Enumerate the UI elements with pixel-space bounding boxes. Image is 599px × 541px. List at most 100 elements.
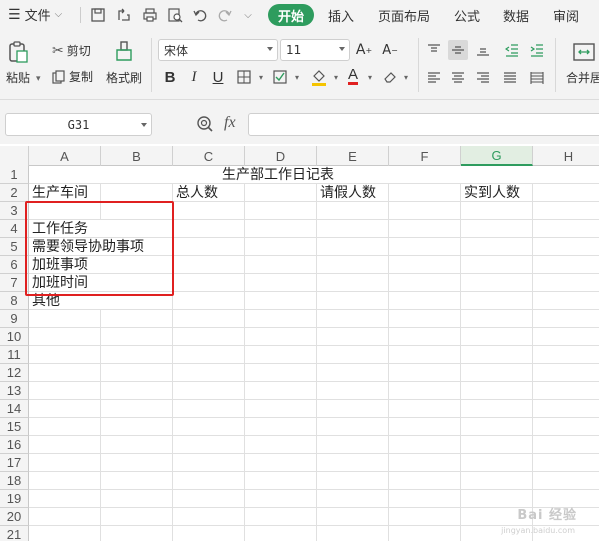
increase-font-icon[interactable]: A + [355,40,373,60]
align-middle-icon[interactable] [448,40,468,60]
font-color-icon[interactable]: A [344,66,362,86]
file-menu[interactable]: ☰ 文件 ⌵ [8,5,63,25]
bold-icon[interactable]: B [161,67,179,87]
print-icon[interactable] [140,4,160,26]
copy-icon [52,69,65,84]
font-name-select[interactable]: 宋体 [158,39,278,61]
distributed-icon[interactable] [527,68,547,88]
separator [555,38,556,92]
chevron-down-icon[interactable]: ▾ [252,67,270,87]
row-header[interactable]: 16 [0,436,29,454]
row-header[interactable]: 19 [0,490,29,508]
paste-button[interactable]: 粘贴 ▾ [6,40,41,86]
row-header[interactable]: 13 [0,382,29,400]
gridline [29,489,599,490]
tab-insert[interactable]: 插入 [328,6,354,25]
cell-c2[interactable]: 总人数 [176,184,218,202]
name-box[interactable]: G31 [5,113,152,136]
tab-page-layout[interactable]: 页面布局 [378,6,430,25]
merge-center-button[interactable]: 合并居 [566,40,599,86]
column-header-h[interactable]: H [533,146,599,166]
separator [80,7,81,23]
gridline [29,381,599,382]
gridline [316,166,317,541]
format-painter-label: 格式刷 [106,71,143,85]
ribbon-toolbar: 粘贴 ▾ ✂ 剪切 复制 格式刷 宋体 11 A + A − B I U ▾ ▾ ▾… [0,30,599,100]
spreadsheet-grid[interactable]: A B C D E F G H 1 2 3 4 5 6 7 8 9 10 11 … [0,146,599,541]
column-header-g[interactable]: G [461,146,533,166]
row-header[interactable]: 18 [0,472,29,490]
copy-button[interactable]: 复制 [52,68,93,85]
font-size-select[interactable]: 11 [280,39,350,61]
row-header[interactable]: 1 [0,166,29,184]
column-header-e[interactable]: E [317,146,389,166]
column-header-d[interactable]: D [245,146,317,166]
chevron-down-icon[interactable]: ▾ [288,67,306,87]
column-header-b[interactable]: B [101,146,173,166]
align-left-icon[interactable] [424,68,444,88]
align-right-icon[interactable] [473,68,493,88]
row-header[interactable]: 17 [0,454,29,472]
cell-a2[interactable]: 生产车间 [32,184,88,202]
outdent-icon[interactable] [502,40,522,60]
cut-button[interactable]: ✂ 剪切 [52,42,91,59]
cell-e2[interactable]: 请假人数 [320,184,376,202]
tab-data[interactable]: 数据 [503,6,529,25]
row-header[interactable]: 20 [0,508,29,526]
tab-formulas[interactable]: 公式 [454,6,480,25]
paste-label: 粘贴 [6,71,31,85]
font-name-value: 宋体 [164,43,189,58]
tab-review[interactable]: 审阅 [553,6,579,25]
select-all-corner[interactable] [0,146,29,166]
cell-g2[interactable]: 实到人数 [464,184,520,202]
indent-icon[interactable] [527,40,547,60]
chevron-down-icon[interactable]: ▾ [327,67,345,87]
row-header[interactable]: 2 [0,184,29,202]
undo-icon[interactable] [190,4,210,26]
column-header-c[interactable]: C [173,146,245,166]
italic-icon[interactable]: I [185,67,203,87]
tab-home[interactable]: 开始 [268,4,314,26]
cell-style-icon[interactable] [271,67,289,87]
row-header[interactable]: 9 [0,310,29,328]
row-header[interactable]: 10 [0,328,29,346]
watermark-url: jingyan.baidu.com [501,526,575,535]
column-header-f[interactable]: F [389,146,461,166]
cut-label: 剪切 [66,44,91,58]
gridline [29,507,599,508]
gridline [29,453,599,454]
align-center-icon[interactable] [448,68,468,88]
print-preview-icon[interactable] [165,4,185,26]
file-menu-label: 文件 [24,9,51,24]
column-header-a[interactable]: A [29,146,101,166]
align-top-icon[interactable] [424,40,444,60]
red-highlight-rectangle [25,201,174,296]
row-header[interactable]: 15 [0,418,29,436]
export-icon[interactable] [114,4,134,26]
row-header[interactable]: 12 [0,364,29,382]
column-header-row: A B C D E F G H [0,146,599,166]
decrease-font-icon[interactable]: A − [381,40,399,60]
row-header[interactable]: 11 [0,346,29,364]
row-header[interactable]: 21 [0,526,29,541]
border-icon[interactable] [235,67,253,87]
chevron-down-icon[interactable]: ▾ [361,67,379,87]
chevron-down-icon[interactable]: ⌵ [240,4,256,26]
underline-icon[interactable]: U [209,67,227,87]
zoom-search-icon[interactable] [196,115,214,137]
row-header[interactable]: 14 [0,400,29,418]
format-painter-button[interactable]: 格式刷 [106,40,142,86]
sheet-title: 生产部工作日记表 [222,167,334,183]
formula-input[interactable] [248,113,599,136]
fx-icon[interactable]: fx [224,114,236,132]
gridline [29,435,599,436]
justify-icon[interactable] [500,68,520,88]
save-icon[interactable] [88,4,108,26]
chevron-down-icon: ⌵ [54,9,63,20]
fill-color-icon[interactable] [310,67,328,87]
gridline [29,363,599,364]
redo-icon[interactable] [215,4,235,26]
align-bottom-icon[interactable] [473,40,493,60]
chevron-down-icon [339,47,345,51]
chevron-down-icon[interactable]: ▾ [397,67,415,87]
